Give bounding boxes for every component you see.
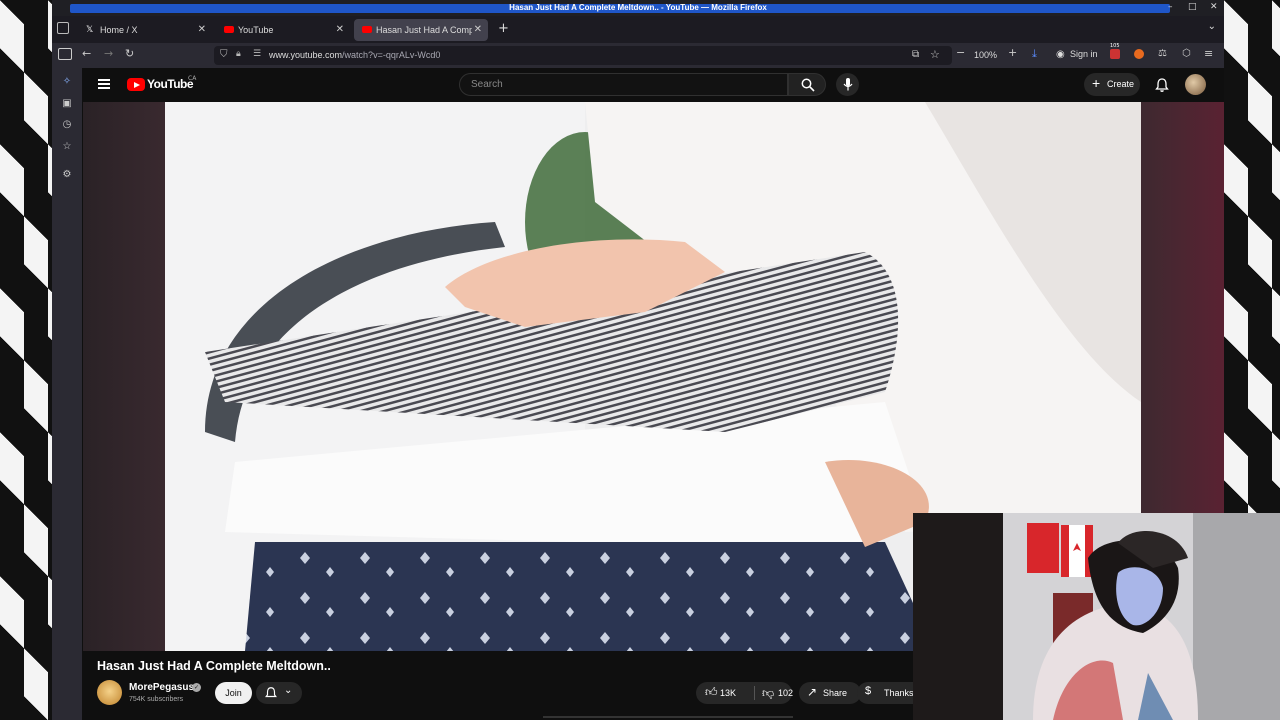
forward-button[interactable]: →: [104, 47, 113, 60]
tab-hasan-video[interactable]: Hasan Just Had A Complete Meltdown.. ✕: [354, 19, 488, 41]
thumbs-down-icon[interactable]: 👎︎: [762, 686, 774, 701]
bell-icon: [265, 687, 277, 698]
reload-button[interactable]: ↻: [125, 47, 134, 60]
tab-home-x[interactable]: 𝕏 Home / X ✕: [78, 19, 212, 41]
ublock-icon[interactable]: [1110, 49, 1120, 59]
share-button[interactable]: ↗ Share: [799, 682, 861, 704]
zoom-level[interactable]: 100%: [974, 50, 997, 60]
verified-badge-icon: ✓: [192, 683, 201, 692]
x-logo-icon: 𝕏: [86, 24, 94, 34]
permissions-icon[interactable]: ☰: [253, 49, 261, 59]
shield-icon[interactable]: ⛉: [220, 49, 228, 60]
zoom-out-button[interactable]: −: [956, 46, 965, 59]
youtube-favicon-icon: [362, 26, 372, 33]
share-arrow-icon: ↗: [807, 685, 818, 699]
join-button[interactable]: Join: [215, 682, 252, 704]
tab-label: Home / X: [100, 25, 138, 35]
microphone-icon: [843, 78, 852, 91]
tab-youtube[interactable]: YouTube ✕: [216, 19, 350, 41]
desktop-background-left: [0, 0, 52, 720]
ai-chatbot-icon[interactable]: ✧: [61, 76, 73, 88]
thanks-label: Thanks: [884, 688, 914, 698]
brave-extension-icon[interactable]: [1134, 49, 1144, 59]
webcam-overlay: [913, 513, 1280, 720]
tab-close-icon[interactable]: ✕: [198, 24, 206, 35]
search-input[interactable]: Search: [459, 73, 788, 96]
create-button[interactable]: + Create: [1084, 73, 1140, 96]
chevron-down-icon: ⌄: [284, 685, 293, 696]
picture-in-picture-icon[interactable]: ⧉: [912, 49, 919, 60]
tab-list-icon[interactable]: [57, 22, 69, 34]
account-icon[interactable]: ◉: [1056, 49, 1065, 60]
country-code: CA: [188, 75, 197, 82]
search-placeholder: Search: [471, 79, 503, 90]
youtube-logo-icon[interactable]: [127, 78, 145, 91]
tab-overflow-icon[interactable]: ⌄: [1208, 21, 1216, 32]
url-domain: www.youtube.com: [269, 50, 343, 60]
sign-in-link[interactable]: Sign in: [1070, 49, 1098, 59]
maximize-icon[interactable]: □: [1188, 2, 1197, 12]
youtube-favicon-icon: [224, 26, 234, 33]
tab-label: Hasan Just Had A Complete Meltdown..: [376, 25, 472, 35]
share-label: Share: [823, 688, 848, 698]
page-scroll-indicator: [543, 716, 793, 718]
downloads-icon[interactable]: ⤓: [1032, 47, 1037, 61]
extension-icon[interactable]: ⚖: [1158, 48, 1167, 59]
like-divider: [754, 686, 755, 700]
bookmarks-icon[interactable]: ☆: [61, 141, 73, 153]
tab-close-icon[interactable]: ✕: [474, 24, 482, 35]
like-count[interactable]: 13K: [720, 688, 736, 698]
bookmark-star-icon[interactable]: ☆: [930, 48, 940, 61]
sidebar-toggle-icon[interactable]: [58, 48, 72, 60]
extensions-puzzle-icon[interactable]: ⬡: [1182, 48, 1191, 59]
voice-search-button[interactable]: [836, 73, 859, 96]
like-dislike-group: 👍︎ 13K 👎︎ 102: [696, 682, 793, 704]
firefox-sidebar: ✧ ▣ ◷ ☆ ⚙: [52, 68, 82, 720]
url-path: /watch?v=-qqrALv-Wcd0: [342, 50, 441, 60]
create-label: Create: [1107, 79, 1135, 89]
navigation-toolbar: ← → ↻ ⛉ 🔒︎ ☰ www.youtube.com/watch?v=-qq…: [52, 43, 1224, 68]
back-button[interactable]: ←: [82, 47, 91, 60]
channel-avatar[interactable]: [97, 680, 122, 705]
search-icon: [801, 78, 815, 92]
search-button[interactable]: [788, 73, 826, 96]
webcam-image: [913, 513, 1280, 720]
video-title: Hasan Just Had A Complete Meltdown..: [97, 659, 331, 673]
zoom-in-button[interactable]: +: [1008, 46, 1017, 59]
history-icon[interactable]: ◷: [61, 119, 73, 131]
thanks-button[interactable]: $ Thanks: [857, 682, 917, 704]
channel-name[interactable]: MorePegasus: [129, 682, 194, 693]
extension-badge: 105: [1110, 43, 1120, 49]
title-bar: Hasan Just Had A Complete Meltdown.. - Y…: [52, 0, 1224, 16]
subscriber-count: 754K subscribers: [129, 696, 184, 703]
youtube-header: YouTube CA Search + Create: [83, 68, 1224, 102]
thumbs-up-icon[interactable]: 👍︎: [705, 685, 718, 700]
tab-strip: 𝕏 Home / X ✕ YouTube ✕ Hasan Just Had A …: [52, 16, 1224, 43]
settings-gear-icon[interactable]: ⚙: [61, 169, 73, 181]
url-text: www.youtube.com/watch?v=-qqrALv-Wcd0: [269, 50, 440, 60]
dislike-count[interactable]: 102: [778, 688, 798, 698]
minimize-icon[interactable]: –: [1168, 2, 1173, 12]
plus-icon: +: [1092, 75, 1101, 91]
subscription-bell-button[interactable]: ⌄: [256, 682, 302, 704]
thanks-icon: $: [865, 685, 872, 697]
notifications-bell-icon[interactable]: [1154, 77, 1170, 93]
menu-hamburger-icon[interactable]: ≡: [1204, 47, 1213, 60]
lock-icon[interactable]: 🔒︎: [236, 49, 241, 59]
youtube-logo-text[interactable]: YouTube: [147, 77, 194, 91]
window-title: Hasan Just Had A Complete Meltdown.. - Y…: [509, 3, 767, 12]
guide-menu-icon[interactable]: [98, 79, 110, 89]
account-avatar[interactable]: [1185, 74, 1206, 95]
tab-close-icon[interactable]: ✕: [336, 24, 344, 35]
tab-label: YouTube: [238, 25, 274, 35]
close-window-icon[interactable]: ✕: [1210, 2, 1218, 12]
new-tab-button[interactable]: +: [498, 21, 509, 36]
address-bar[interactable]: ⛉ 🔒︎ ☰ www.youtube.com/watch?v=-qqrALv-W…: [214, 46, 952, 65]
synced-tabs-icon[interactable]: ▣: [61, 98, 73, 110]
